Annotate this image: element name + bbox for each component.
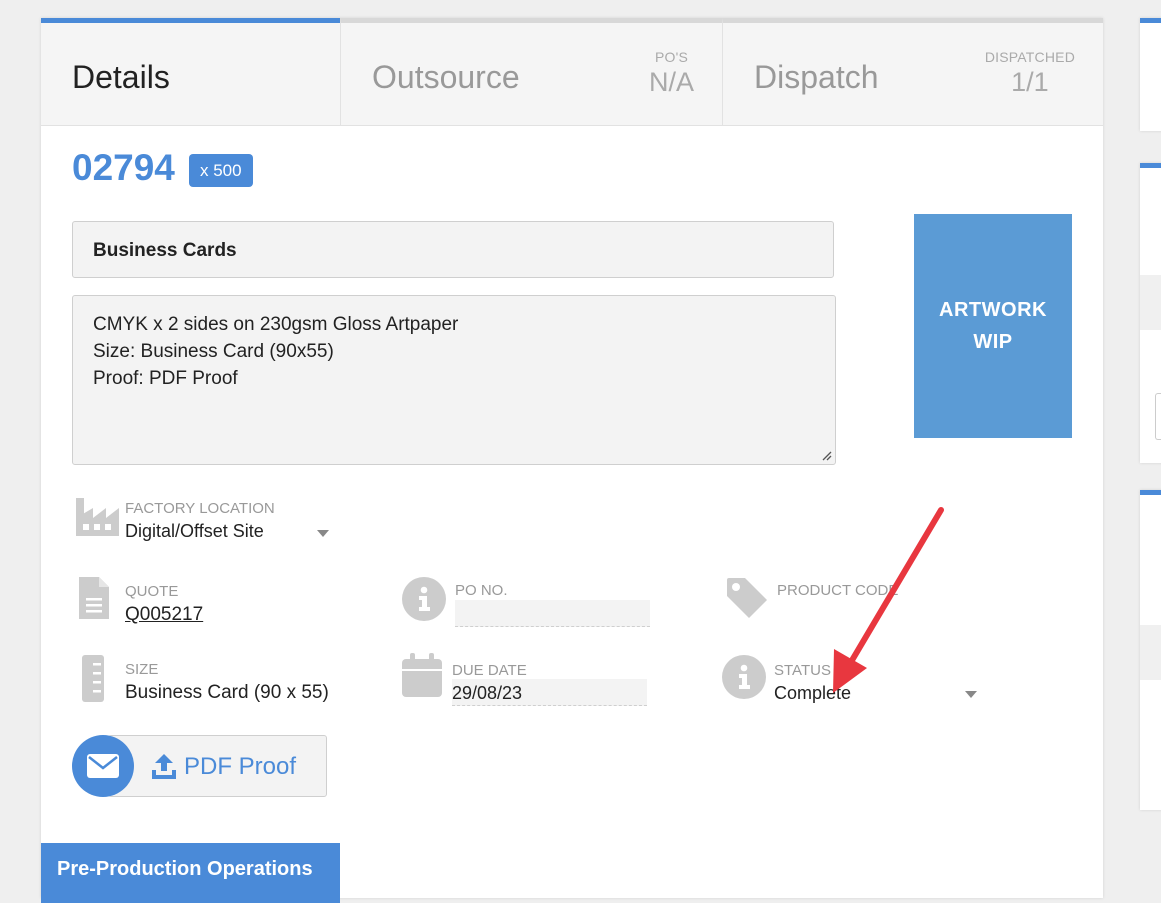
pre-production-operations-tab[interactable]: Pre-Production Operations [41, 843, 340, 903]
pos-count: PO'S N/A [649, 49, 694, 98]
document-icon [79, 577, 109, 619]
product-title-field[interactable]: Business Cards [72, 221, 834, 278]
pdf-proof-label: PDF Proof [184, 753, 297, 780]
description-textarea[interactable]: CMYK x 2 sides on 230gsm Gloss Artpaper … [72, 295, 836, 465]
size-value: Business Card (90 x 55) [125, 682, 329, 703]
factory-location-field[interactable]: FACTORY LOCATION Digital/Offset Site [73, 496, 343, 546]
side-card-middle [1140, 163, 1161, 463]
job-number: 02794 [72, 147, 175, 188]
side-card-bottom-header [1140, 625, 1161, 680]
due-date-value: 29/08/23 [452, 683, 523, 703]
dispatched-count-value: 1/1 [1011, 67, 1049, 97]
info-icon [402, 577, 446, 621]
info-icon [722, 655, 766, 699]
status-value: Complete [774, 683, 852, 703]
status-label: STATUS [774, 662, 831, 679]
po-number-input[interactable] [455, 600, 650, 627]
tab-outsource[interactable]: Outsource PO'S N/A [340, 18, 722, 126]
caret-down-icon [965, 691, 977, 698]
quote-field: QUOTE Q005217 [77, 575, 277, 625]
job-details-panel: Details Outsource PO'S N/A Dispatch DISP… [41, 18, 1103, 903]
due-date-label: DUE DATE [452, 662, 527, 679]
dispatched-count-label: DISPATCHED [984, 49, 1075, 65]
size-label: SIZE [125, 661, 159, 678]
envelope-icon [87, 754, 119, 778]
ruler-icon [82, 655, 104, 702]
size-field: SIZE Business Card (90 x 55) [79, 655, 359, 705]
pos-count-value: N/A [648, 67, 694, 97]
tab-dispatch-label: Dispatch [754, 59, 879, 95]
caret-down-icon [317, 530, 329, 537]
status-field[interactable]: STATUS Complete [721, 654, 981, 708]
pdf-proof-button[interactable]: PDF Proof [108, 735, 327, 797]
tab-details[interactable]: Details [41, 18, 340, 126]
side-card-middle-input [1155, 393, 1161, 440]
product-code-field[interactable]: PRODUCT CODE [725, 576, 925, 626]
factory-location-value: Digital/Offset Site [125, 521, 264, 541]
dispatched-count: DISPATCHED 1/1 [985, 49, 1075, 98]
product-code-label: PRODUCT CODE [777, 582, 899, 599]
quote-label: QUOTE [125, 583, 179, 600]
tab-dispatch[interactable]: Dispatch DISPATCHED 1/1 [722, 18, 1103, 126]
side-card-bottom [1140, 490, 1161, 810]
due-date-field[interactable]: DUE DATE 29/08/23 [401, 653, 661, 707]
upload-icon [152, 754, 176, 779]
side-card-middle-header [1140, 275, 1161, 330]
quantity-badge: x 500 [189, 154, 253, 187]
email-button[interactable] [72, 735, 134, 797]
resize-grip-icon[interactable] [820, 449, 832, 461]
factory-location-label: FACTORY LOCATION [125, 500, 275, 517]
quote-link[interactable]: Q005217 [125, 604, 203, 626]
calendar-icon [402, 653, 442, 697]
pos-count-label: PO'S [654, 49, 689, 65]
tab-outsource-label: Outsource [372, 59, 520, 95]
tab-details-label: Details [72, 59, 170, 95]
tag-icon [727, 578, 767, 618]
po-number-label: PO NO. [455, 582, 508, 599]
tab-bar: Details Outsource PO'S N/A Dispatch DISP… [41, 18, 1103, 126]
po-number-field[interactable]: PO NO. [401, 576, 661, 630]
artwork-status-tile[interactable]: ARTWORK WIP [914, 214, 1072, 438]
side-card-top [1140, 18, 1161, 131]
factory-icon [76, 498, 119, 536]
description-text: CMYK x 2 sides on 230gsm Gloss Artpaper … [93, 314, 459, 389]
